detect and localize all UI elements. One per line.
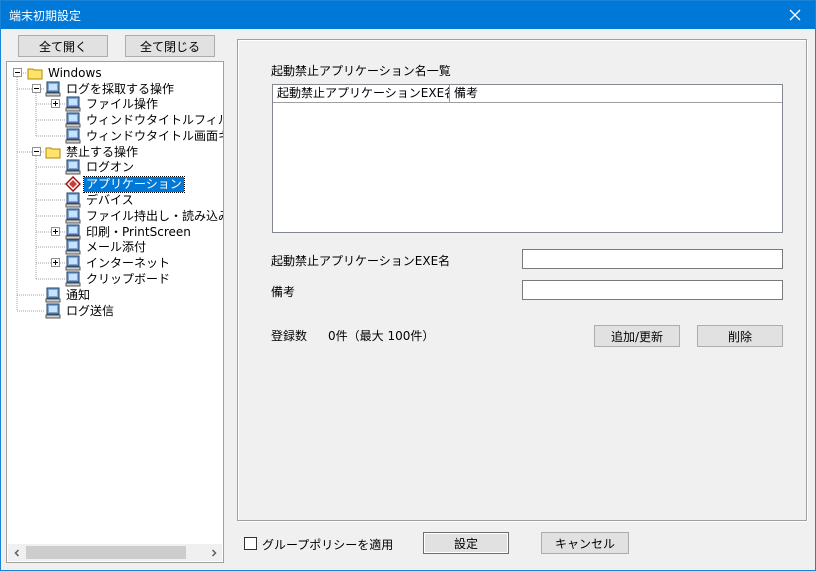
count-value: 0件（最大 100件） xyxy=(328,329,435,343)
tree-item-clipboard[interactable]: クリップボード xyxy=(65,271,172,287)
monitor-icon xyxy=(65,159,81,175)
monitor-icon xyxy=(65,271,81,287)
log-ops-collapse-toggle[interactable] xyxy=(32,84,41,93)
minus-icon xyxy=(15,72,20,73)
tree-horizontal-scrollbar[interactable] xyxy=(8,544,222,561)
group-policy-label: グループポリシーを適用 xyxy=(262,538,394,552)
tree-item-file-io[interactable]: ファイル持出し・読み込み xyxy=(65,208,224,224)
tree-item-application[interactable]: アプリケーション xyxy=(65,175,185,193)
tree-item-window-title-filter[interactable]: ウィンドウタイトルフィルタ xyxy=(65,112,223,128)
tree-item-label: Windows xyxy=(48,65,102,80)
scroll-right-button[interactable] xyxy=(205,544,222,561)
plus-icon xyxy=(53,101,58,106)
tree-item-label: 印刷・PrintScreen xyxy=(86,224,191,239)
collapse-all-button[interactable]: 全て閉じる xyxy=(125,35,215,57)
prohibited-app-list[interactable]: 起動禁止アプリケーションEXE名 備考 xyxy=(272,84,783,233)
monitor-icon xyxy=(45,81,61,97)
tree-item-label: ログ送信 xyxy=(66,303,115,318)
monitor-icon xyxy=(65,208,81,224)
chevron-left-icon xyxy=(13,548,19,557)
close-button[interactable] xyxy=(775,1,815,29)
prohibited-ops-collapse-toggle[interactable] xyxy=(32,147,41,156)
print-screen-expand-toggle[interactable] xyxy=(51,227,60,236)
count-label: 登録数 xyxy=(271,329,308,343)
scroll-left-button[interactable] xyxy=(8,544,25,561)
tree-item-label: デバイス xyxy=(86,192,134,207)
monitor-icon xyxy=(65,255,81,271)
tree-item-label: ファイル操作 xyxy=(86,96,159,111)
tree-item-print-screen[interactable]: 印刷・PrintScreen xyxy=(65,224,193,240)
window-title: 端末初期設定 xyxy=(9,9,82,23)
tree-item-label: ウィンドウタイトル画面キャ xyxy=(86,128,223,143)
group-policy-checkbox[interactable] xyxy=(244,537,257,550)
tree-root-collapse-toggle[interactable] xyxy=(13,68,22,77)
monitor-icon xyxy=(65,128,81,144)
tree-item-label: クリップボード xyxy=(86,271,171,286)
settings-tree[interactable]: Windows ログを採取する操作 ファイル操作 ウィンドウタイトルフィルタ ウ… xyxy=(6,61,224,563)
monitor-icon xyxy=(65,192,81,208)
tree-item-device[interactable]: デバイス xyxy=(65,192,136,208)
tree-item-file-ops[interactable]: ファイル操作 xyxy=(65,96,160,112)
minus-icon xyxy=(34,88,39,89)
monitor-icon xyxy=(45,303,61,319)
monitor-icon xyxy=(65,96,81,112)
column-header-exe[interactable]: 起動禁止アプリケーションEXE名 xyxy=(273,85,450,102)
exe-name-label: 起動禁止アプリケーションEXE名 xyxy=(271,254,451,268)
tree-item-windows[interactable]: Windows xyxy=(27,65,104,81)
plus-icon xyxy=(53,229,58,234)
tree-item-label: 通知 xyxy=(66,287,91,302)
tree-item-log-ops[interactable]: ログを採取する操作 xyxy=(45,81,176,97)
add-update-button[interactable]: 追加/更新 xyxy=(594,325,680,347)
tree-item-label: インターネット xyxy=(86,255,171,270)
list-title: 起動禁止アプリケーション名一覧 xyxy=(271,64,451,78)
folder-icon xyxy=(27,68,43,80)
note-label: 備考 xyxy=(271,285,296,299)
expand-all-button[interactable]: 全て開く xyxy=(18,35,108,57)
folder-icon xyxy=(45,147,61,159)
exe-name-input[interactable] xyxy=(522,249,783,269)
file-ops-expand-toggle[interactable] xyxy=(51,99,60,108)
tree-item-logon[interactable]: ログオン xyxy=(65,159,136,175)
monitor-icon xyxy=(65,239,81,255)
tree-item-mail-attach[interactable]: メール添付 xyxy=(65,239,148,255)
tree-item-log-send[interactable]: ログ送信 xyxy=(45,303,116,319)
chevron-right-icon xyxy=(211,548,217,557)
plus-icon xyxy=(53,260,58,265)
note-input[interactable] xyxy=(522,280,783,300)
tree-item-label: メール添付 xyxy=(86,239,147,254)
tree-item-notify[interactable]: 通知 xyxy=(45,287,92,303)
cancel-button[interactable]: キャンセル xyxy=(541,532,629,554)
monitor-icon xyxy=(65,112,81,128)
tree-item-label: ログを採取する操作 xyxy=(66,81,175,96)
ok-button[interactable]: 設定 xyxy=(423,532,509,554)
minus-icon xyxy=(34,151,39,152)
list-header: 起動禁止アプリケーションEXE名 備考 xyxy=(273,85,782,103)
column-header-note[interactable]: 備考 xyxy=(450,85,782,102)
delete-button[interactable]: 削除 xyxy=(697,325,783,347)
monitor-icon xyxy=(45,287,61,303)
scroll-thumb[interactable] xyxy=(26,546,186,559)
tree-item-label: ファイル持出し・読み込み xyxy=(86,208,224,223)
tree-item-label: アプリケーション xyxy=(83,175,185,193)
monitor-icon xyxy=(65,224,81,240)
close-icon xyxy=(789,9,801,21)
tree-item-window-title-capture[interactable]: ウィンドウタイトル画面キャ xyxy=(65,128,223,144)
tree-item-label: ウィンドウタイトルフィルタ xyxy=(86,112,223,127)
application-diamond-icon xyxy=(65,176,81,192)
dialog-window: 端末初期設定 全て開く 全て閉じる Windows ログを採取する操作 ファイル… xyxy=(0,0,816,571)
tree-item-label: ログオン xyxy=(86,159,135,174)
tree-item-prohibited-ops[interactable]: 禁止する操作 xyxy=(45,144,140,160)
title-bar[interactable]: 端末初期設定 xyxy=(1,1,815,29)
internet-expand-toggle[interactable] xyxy=(51,258,60,267)
tree-item-internet[interactable]: インターネット xyxy=(65,255,172,271)
tree-item-label: 禁止する操作 xyxy=(66,144,139,159)
